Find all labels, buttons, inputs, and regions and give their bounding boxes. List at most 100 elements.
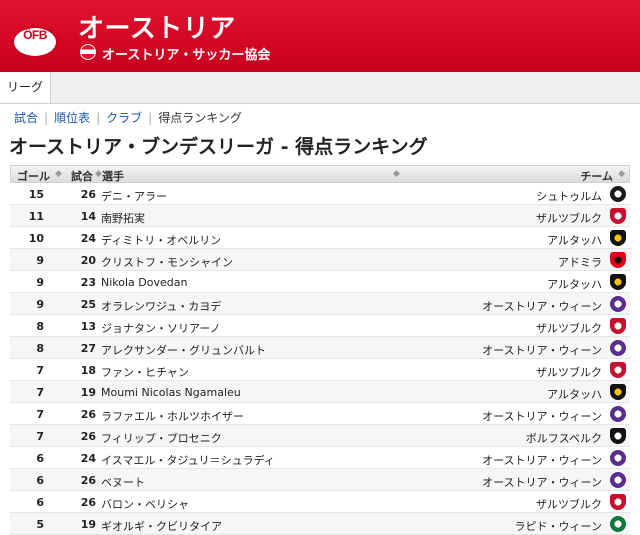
player-link[interactable]: ベヌート [101, 474, 145, 490]
table-row[interactable]: 9 20 クリストフ・モンシャイン アドミラ [10, 249, 630, 271]
team-link[interactable]: ザルツブルク [536, 364, 602, 380]
rapid-wien-crest-icon[interactable] [610, 516, 626, 532]
table-header: ゴール ◆ 試合 ◆ 選手 ◆ チーム ◆ [10, 165, 630, 183]
wolfsberg-crest-icon[interactable] [610, 428, 626, 444]
goals-cell: 8 [36, 320, 44, 333]
altach-crest-icon[interactable] [610, 274, 626, 290]
table-row[interactable]: 9 23 Nikola Dovedan アルタッハ [10, 271, 630, 293]
player-link[interactable]: オラレンワジュ・カヨデ [101, 298, 221, 314]
team-link[interactable]: ラピド・ウィーン [515, 518, 602, 534]
breadcrumb-matches[interactable]: 試合 [14, 111, 38, 125]
salzburg-crest-icon[interactable] [610, 494, 626, 510]
apps-cell: 26 [80, 496, 96, 509]
apps-cell: 25 [80, 298, 96, 311]
team-link[interactable]: アルタッハ [547, 232, 602, 248]
team-link[interactable]: ザルツブルク [536, 496, 602, 512]
altach-crest-icon[interactable] [610, 384, 626, 400]
salzburg-crest-icon[interactable] [610, 362, 626, 378]
table-row[interactable]: 11 14 南野拓実 ザルツブルク [10, 205, 630, 227]
austria-wien-crest-icon[interactable] [610, 406, 626, 422]
table-row[interactable]: 6 26 ベヌート オーストリア・ウィーン [10, 469, 630, 491]
table-row[interactable]: 7 18 ファン・ヒチャン ザルツブルク [10, 359, 630, 381]
breadcrumb-clubs[interactable]: クラブ [106, 111, 142, 125]
player-link[interactable]: ラファエル・ホルツホイザー [101, 408, 244, 424]
table-row[interactable]: 15 26 デニ・アラー シュトゥルム [10, 183, 630, 205]
player-link[interactable]: ファン・ヒチャン [101, 364, 189, 380]
player-link[interactable]: フィリップ・プロセニク [101, 430, 222, 446]
goals-cell: 9 [36, 254, 44, 267]
player-link[interactable]: Nikola Dovedan [101, 276, 187, 289]
team-link[interactable]: オーストリア・ウィーン [482, 452, 602, 468]
table-row[interactable]: 7 26 フィリップ・プロセニク ボルフスベルク [10, 425, 630, 447]
admira-crest-icon[interactable] [610, 252, 626, 268]
player-link[interactable]: バロン・ベリシャ [101, 496, 189, 512]
salzburg-crest-icon[interactable] [610, 318, 626, 334]
team-link[interactable]: オーストリア・ウィーン [482, 408, 602, 424]
goals-cell: 7 [36, 408, 44, 421]
tab-league[interactable]: リーグ [0, 72, 51, 103]
team-link[interactable]: オーストリア・ウィーン [482, 342, 602, 358]
player-link[interactable]: デニ・アラー [101, 188, 167, 204]
breadcrumb: 試合 | 順位表 | クラブ | 得点ランキング [14, 109, 242, 126]
austria-wien-crest-icon[interactable] [610, 340, 626, 356]
table-row[interactable]: 8 27 アレクサンダー・グリュンバルト オーストリア・ウィーン [10, 337, 630, 359]
goals-column-header[interactable]: ゴール [17, 168, 50, 184]
salzburg-crest-icon[interactable] [610, 208, 626, 224]
team-column-header[interactable]: チーム [580, 168, 613, 184]
austria-wien-crest-icon[interactable] [610, 450, 626, 466]
austria-wien-crest-icon[interactable] [610, 296, 626, 312]
player-link[interactable]: ギオルギ・クビリタイア [101, 518, 222, 534]
table-row[interactable]: 7 19 Moumi Nicolas Ngamaleu アルタッハ [10, 381, 630, 403]
breadcrumb-separator: | [96, 111, 101, 125]
team-link[interactable]: シュトゥルム [536, 188, 602, 204]
table-row[interactable]: 10 24 ディミトリ・オベルリン アルタッハ [10, 227, 630, 249]
tab-bar: リーグ [0, 72, 640, 104]
player-link[interactable]: イスマエル・タジュリ＝シュラディ [101, 452, 275, 468]
player-link[interactable]: クリストフ・モンシャイン [101, 254, 233, 270]
player-column-header[interactable]: 選手 [102, 168, 124, 184]
altach-crest-icon[interactable] [610, 230, 626, 246]
sort-icon[interactable]: ◆ [55, 169, 62, 179]
association-link[interactable]: オーストリア・サッカー協会 [102, 44, 270, 63]
player-link[interactable]: ディミトリ・オベルリン [101, 232, 221, 248]
page-heading: オーストリア [78, 14, 236, 44]
apps-cell: 26 [80, 188, 96, 201]
breadcrumb-current: 得点ランキング [158, 111, 242, 125]
player-link[interactable]: 南野拓実 [101, 210, 145, 226]
ofb-logo[interactable]: ÖFB [12, 26, 58, 58]
table-row[interactable]: 6 26 バロン・ベリシャ ザルツブルク [10, 491, 630, 513]
table-row[interactable]: 7 26 ラファエル・ホルツホイザー オーストリア・ウィーン [10, 403, 630, 425]
goals-cell: 7 [36, 430, 44, 443]
team-link[interactable]: アルタッハ [547, 386, 602, 402]
player-link[interactable]: アレクサンダー・グリュンバルト [101, 342, 266, 358]
player-link[interactable]: Moumi Nicolas Ngamaleu [101, 386, 241, 399]
apps-cell: 14 [80, 210, 96, 223]
team-link[interactable]: ザルツブルク [536, 320, 602, 336]
sort-icon[interactable]: ◆ [95, 169, 102, 179]
apps-cell: 27 [80, 342, 96, 355]
team-link[interactable]: アドミラ [558, 254, 602, 270]
team-link[interactable]: ボルフスベルク [526, 430, 602, 446]
table-row[interactable]: 6 24 イスマエル・タジュリ＝シュラディ オーストリア・ウィーン [10, 447, 630, 469]
team-link[interactable]: ザルツブルク [536, 210, 602, 226]
sturm-crest-icon[interactable] [610, 186, 626, 202]
apps-column-header[interactable]: 試合 [71, 168, 93, 184]
table-row[interactable]: 9 25 オラレンワジュ・カヨデ オーストリア・ウィーン [10, 293, 630, 315]
goals-cell: 6 [36, 474, 44, 487]
table-body: 15 26 デニ・アラー シュトゥルム 11 14 南野拓実 ザルツブルク 10 24 ディミトリ・… [10, 183, 630, 535]
goals-cell: 9 [36, 298, 44, 311]
sort-icon[interactable]: ◆ [393, 169, 400, 179]
apps-cell: 19 [80, 518, 96, 531]
goals-cell: 6 [36, 452, 44, 465]
sort-icon[interactable]: ◆ [618, 169, 625, 179]
player-link[interactable]: ジョナタン・ソリアーノ [101, 320, 221, 336]
team-link[interactable]: アルタッハ [547, 276, 602, 292]
team-link[interactable]: オーストリア・ウィーン [482, 298, 602, 314]
breadcrumb-standings[interactable]: 順位表 [54, 111, 90, 125]
apps-cell: 26 [80, 474, 96, 487]
team-link[interactable]: オーストリア・ウィーン [482, 474, 602, 490]
austria-wien-crest-icon[interactable] [610, 472, 626, 488]
goals-cell: 7 [36, 364, 44, 377]
table-row[interactable]: 5 19 ギオルギ・クビリタイア ラピド・ウィーン [10, 513, 630, 535]
table-row[interactable]: 8 13 ジョナタン・ソリアーノ ザルツブルク [10, 315, 630, 337]
